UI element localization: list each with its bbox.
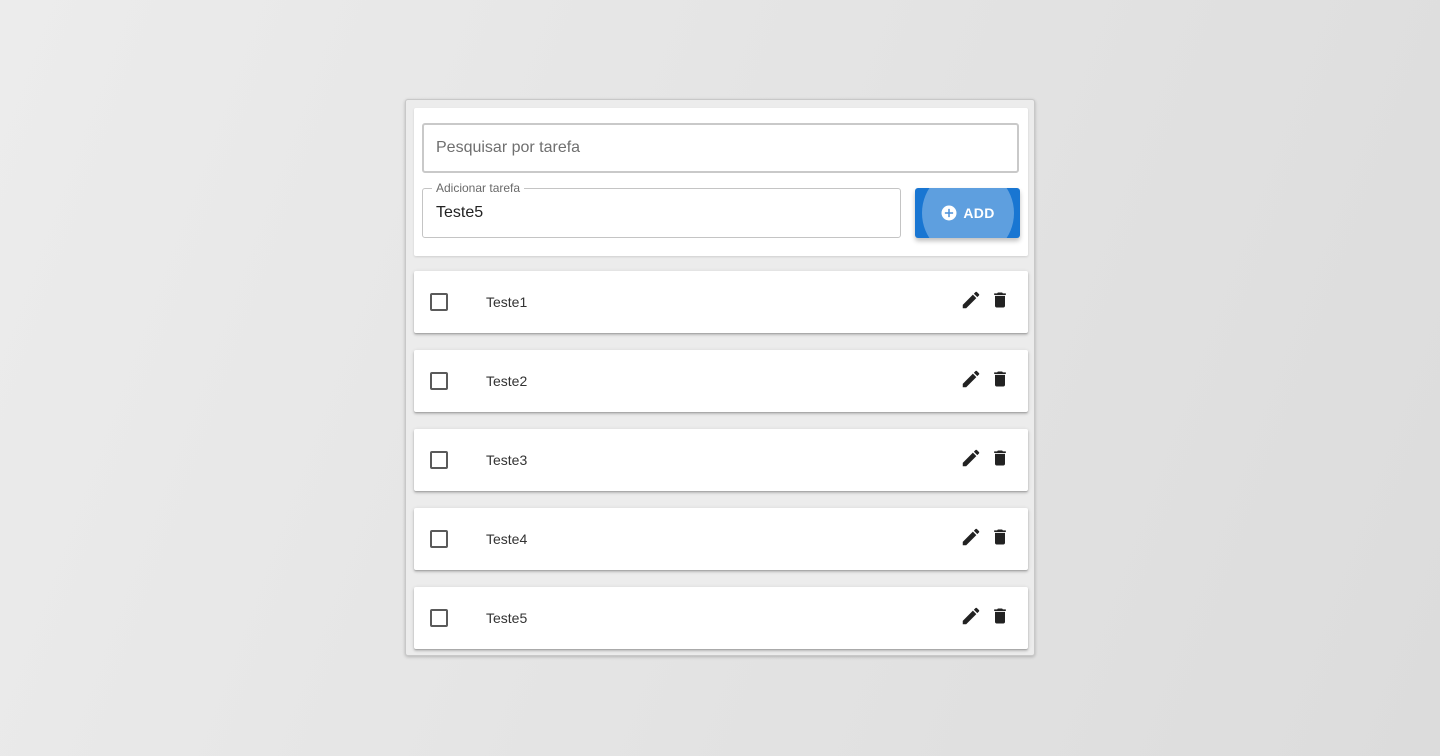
- task-item: Teste1: [414, 271, 1028, 333]
- trash-icon[interactable]: [990, 368, 1010, 390]
- add-task-button[interactable]: ADD: [915, 188, 1020, 238]
- pencil-icon[interactable]: [960, 605, 982, 627]
- task-checkbox[interactable]: [430, 372, 448, 390]
- task-item: Teste2: [414, 350, 1028, 412]
- trash-icon[interactable]: [990, 526, 1010, 548]
- todo-container: Adicionar tarefa ADD Teste1: [405, 99, 1035, 656]
- task-form: Adicionar tarefa ADD: [414, 108, 1028, 256]
- task-label: Teste1: [486, 294, 528, 310]
- task-checkbox[interactable]: [430, 530, 448, 548]
- task-item: Teste3: [414, 429, 1028, 491]
- add-task-label: Adicionar tarefa: [432, 181, 525, 195]
- task-item: Teste5: [414, 587, 1028, 649]
- trash-icon[interactable]: [990, 605, 1010, 627]
- trash-icon[interactable]: [990, 447, 1010, 469]
- search-input[interactable]: [422, 123, 1019, 173]
- pencil-icon[interactable]: [960, 526, 982, 548]
- pencil-icon[interactable]: [960, 289, 982, 311]
- task-checkbox[interactable]: [430, 451, 448, 469]
- task-label: Teste4: [486, 531, 528, 547]
- add-button-content: ADD: [915, 188, 1020, 238]
- task-checkbox[interactable]: [430, 293, 448, 311]
- add-task-input[interactable]: [436, 203, 876, 223]
- task-item: Teste4: [414, 508, 1028, 570]
- pencil-icon[interactable]: [960, 368, 982, 390]
- add-circle-icon: [940, 204, 958, 222]
- task-checkbox[interactable]: [430, 609, 448, 627]
- task-label: Teste3: [486, 452, 528, 468]
- task-label: Teste2: [486, 373, 528, 389]
- task-label: Teste5: [486, 610, 528, 626]
- add-task-field[interactable]: Adicionar tarefa: [422, 181, 901, 238]
- add-button-label: ADD: [963, 205, 995, 221]
- trash-icon[interactable]: [990, 289, 1010, 311]
- pencil-icon[interactable]: [960, 447, 982, 469]
